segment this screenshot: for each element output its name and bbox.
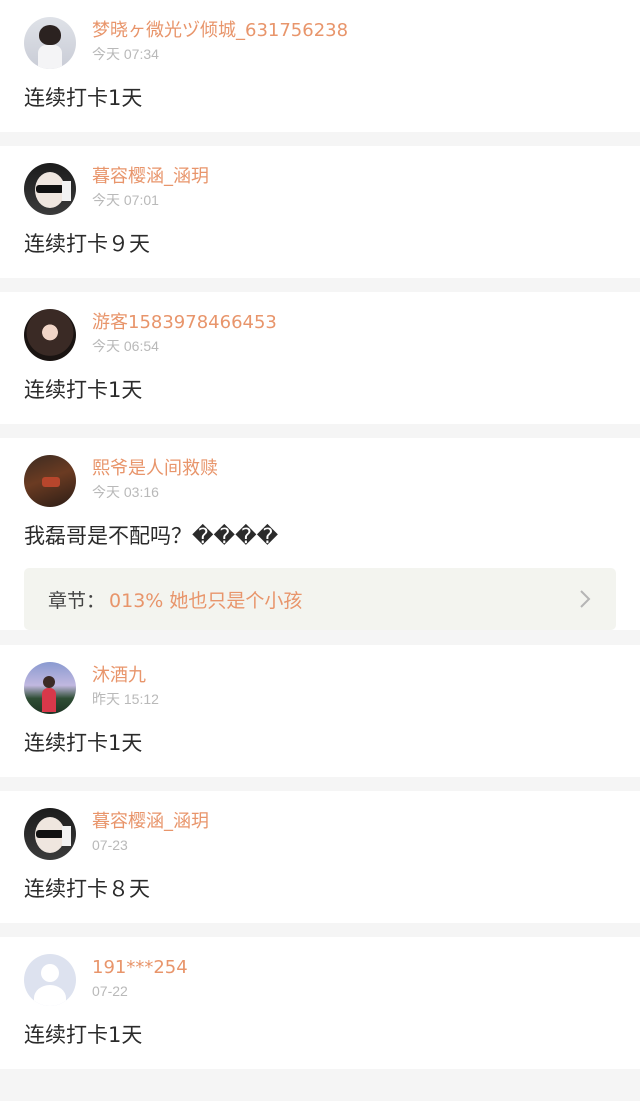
comment-card: 191***254 07-22 连续打卡1天 bbox=[0, 937, 640, 1069]
chapter-title: 013% 她也只是个小孩 bbox=[109, 589, 303, 612]
username[interactable]: 熙爷是人间救赎 bbox=[92, 458, 218, 480]
username[interactable]: 暮容樱涵_涵玥 bbox=[92, 811, 209, 833]
comment-time: 今天 07:01 bbox=[92, 192, 159, 208]
comment-text: 连续打卡1天 bbox=[24, 731, 143, 755]
comment-card: 梦晓ヶ微光ヅ倾城_631756238 今天 07:34 连续打卡1天 bbox=[0, 0, 640, 132]
comment-text: 我磊哥是不配吗？���� bbox=[24, 524, 279, 548]
chevron-right-icon bbox=[580, 590, 591, 608]
chapter-label: 章节： bbox=[48, 589, 106, 612]
avatar[interactable] bbox=[24, 662, 76, 714]
comment-time: 今天 06:54 bbox=[92, 338, 159, 354]
avatar[interactable] bbox=[24, 954, 76, 1006]
username[interactable]: 暮容樱涵_涵玥 bbox=[92, 166, 209, 188]
comment-card: 熙爷是人间救赎 今天 03:16 我磊哥是不配吗？���� 章节： 013% 她… bbox=[0, 438, 640, 630]
comment-card: 暮容樱涵_涵玥 07-23 连续打卡８天 bbox=[0, 791, 640, 923]
comment-card: 游客1583978466453 今天 06:54 连续打卡1天 bbox=[0, 292, 640, 424]
comment-card: 暮容樱涵_涵玥 今天 07:01 连续打卡９天 bbox=[0, 146, 640, 278]
avatar[interactable] bbox=[24, 163, 76, 215]
comment-text: 连续打卡９天 bbox=[24, 232, 150, 256]
username[interactable]: 梦晓ヶ微光ヅ倾城_631756238 bbox=[92, 20, 348, 42]
avatar[interactable] bbox=[24, 455, 76, 507]
comment-time: 今天 03:16 bbox=[92, 484, 159, 500]
comment-text: 连续打卡1天 bbox=[24, 1023, 143, 1047]
comment-text: 连续打卡８天 bbox=[24, 877, 150, 901]
comment-text: 连续打卡1天 bbox=[24, 86, 143, 110]
comment-time: 07-23 bbox=[92, 837, 128, 853]
comment-text: 连续打卡1天 bbox=[24, 378, 143, 402]
comment-feed: 梦晓ヶ微光ヅ倾城_631756238 今天 07:34 连续打卡1天 暮容樱涵_… bbox=[0, 0, 640, 1069]
avatar[interactable] bbox=[24, 17, 76, 69]
username[interactable]: 沐酒九 bbox=[92, 665, 159, 687]
avatar[interactable] bbox=[24, 309, 76, 361]
comment-time: 今天 07:34 bbox=[92, 46, 159, 62]
comment-time: 07-22 bbox=[92, 983, 128, 999]
comment-card: 沐酒九 昨天 15:12 连续打卡1天 bbox=[0, 645, 640, 777]
username[interactable]: 191***254 bbox=[92, 957, 188, 979]
comment-time: 昨天 15:12 bbox=[92, 691, 159, 707]
avatar[interactable] bbox=[24, 808, 76, 860]
chapter-link[interactable]: 章节： 013% 她也只是个小孩 bbox=[24, 568, 616, 630]
username[interactable]: 游客1583978466453 bbox=[92, 312, 277, 334]
